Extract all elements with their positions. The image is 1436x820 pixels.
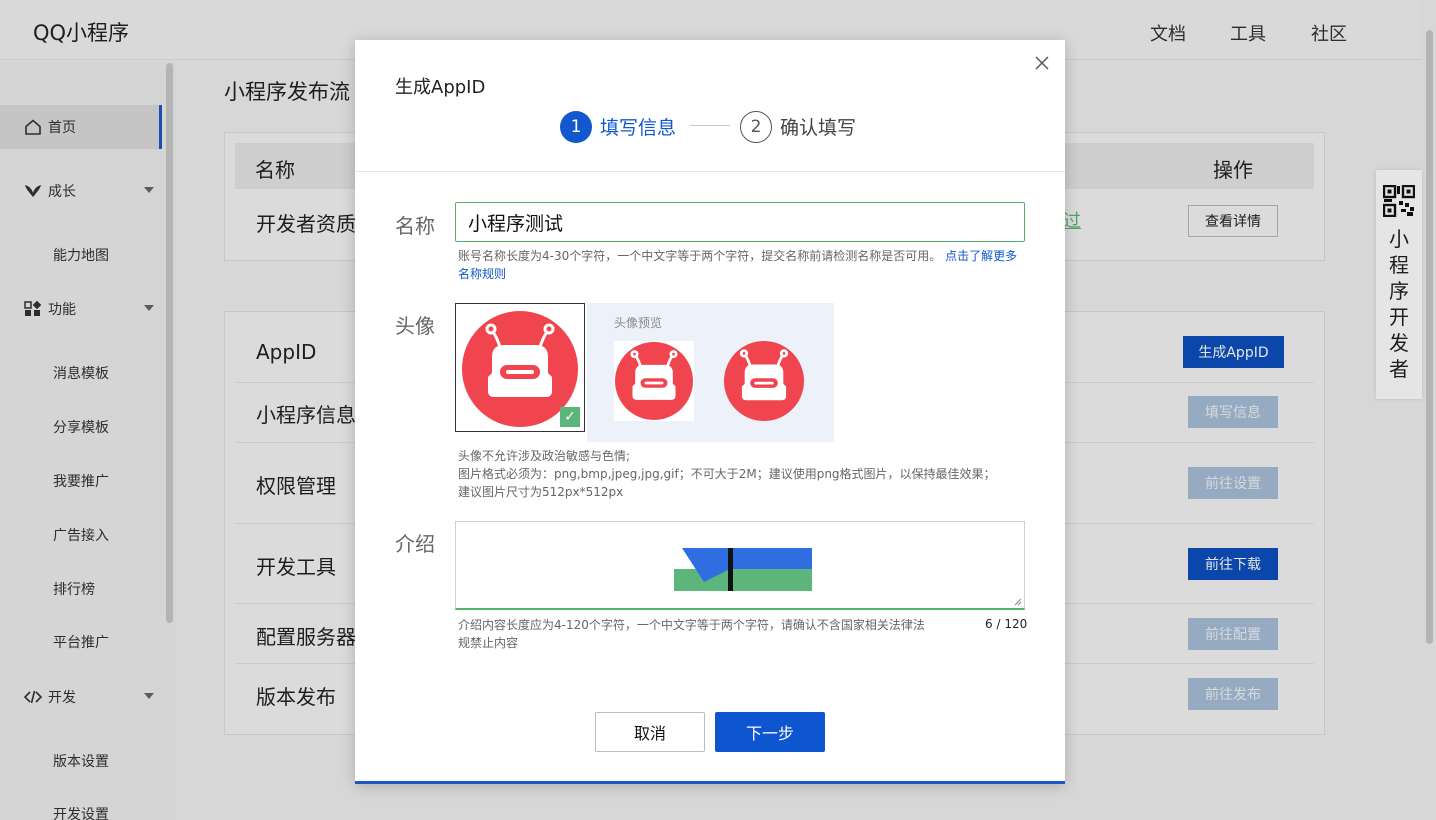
- name-hint-text: 账号名称长度为4-30个字符，一个中文字等于两个字符，提交名称前请检测名称是否可…: [458, 249, 942, 263]
- dialog-divider: [355, 171, 1065, 172]
- check-icon: ✓: [560, 407, 580, 427]
- avatar-hint-3: 建议图片尺寸为512px*512px: [458, 485, 624, 499]
- intro-char-counter: 6 / 120: [985, 617, 1027, 631]
- intro-field-label: 介绍: [395, 532, 435, 556]
- generate-appid-dialog: 生成AppID 1 填写信息 2 确认填写 名称 账号名称长度为4-30个字符，…: [355, 40, 1065, 784]
- avatar-hint-2: 图片格式必须为：png,bmp,jpeg,jpg,gif；不可大于2M；建议使用…: [458, 467, 996, 481]
- step-connector: [690, 125, 730, 126]
- step-1-label: 填写信息: [600, 117, 677, 139]
- dialog-title: 生成AppID: [395, 77, 486, 98]
- intro-hint: 介绍内容长度应为4-120个字符，一个中文字等于两个字符，请确认不含国家相关法律…: [458, 618, 925, 650]
- intro-textarea[interactable]: [455, 521, 1025, 610]
- resize-handle-icon[interactable]: [1014, 598, 1022, 606]
- step-2-label: 确认填写: [780, 117, 857, 139]
- name-hint: 账号名称长度为4-30个字符，一个中文字等于两个字符，提交名称前请检测名称是否可…: [458, 247, 1028, 283]
- name-field-label: 名称: [395, 214, 435, 238]
- avatar-hint-1: 头像不允许涉及政治敏感与色情;: [458, 449, 631, 463]
- avatar-upload[interactable]: ✓: [455, 303, 585, 432]
- avatar-field-label: 头像: [395, 314, 435, 338]
- avatar-preview-square: [614, 341, 694, 421]
- close-icon[interactable]: [1033, 54, 1051, 72]
- name-input[interactable]: [455, 202, 1025, 242]
- intro-count: 6: [985, 617, 993, 631]
- robot-avatar-icon: [724, 341, 804, 421]
- intro-content-graphic: [674, 548, 812, 591]
- step-1-indicator: 1: [560, 111, 592, 143]
- avatar-preview-title: 头像预览: [614, 316, 663, 330]
- robot-avatar-icon: [615, 342, 693, 420]
- next-step-button[interactable]: 下一步: [715, 712, 825, 752]
- avatar-preview-panel: 头像预览: [587, 303, 834, 442]
- cancel-button[interactable]: 取消: [595, 712, 705, 752]
- step-2-indicator: 2: [740, 111, 772, 143]
- intro-max: / 120: [996, 617, 1028, 631]
